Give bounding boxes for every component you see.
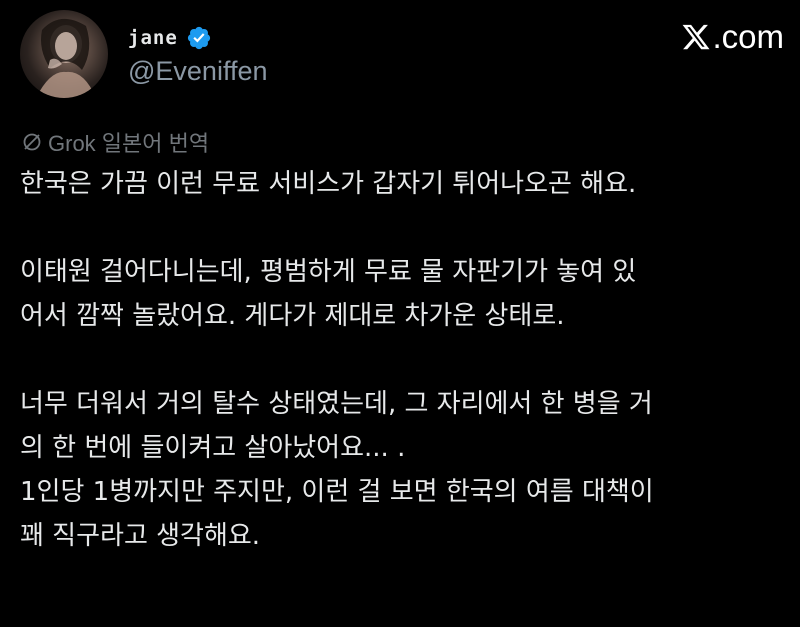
tweet-line: 1인당 1병까지만 주지만, 이런 걸 보면 한국의 여름 대책이: [20, 477, 654, 507]
x-brand-logo: .com: [681, 18, 784, 56]
tweet-text: 한국은 가끔 이런 무료 서비스가 갑자기 튀어나오곤 해요. 이태원 걸어다니…: [20, 162, 790, 558]
translate-icon: [23, 133, 41, 151]
verified-badge-icon: [187, 26, 210, 50]
x-logo-icon: [683, 24, 711, 50]
tweet-line: 한국은 가끔 이런 무료 서비스가 갑자기 튀어나오곤 해요.: [20, 169, 637, 199]
author-info: jane @Eveniffen: [128, 22, 268, 87]
tweet-line: 꽤 직구라고 생각해요.: [20, 521, 261, 551]
translation-text: Grok 일본어 번역: [48, 131, 210, 156]
tweet-line: 이태원 걸어다니는데, 평범하게 무료 물 자판기가 놓여 있: [20, 257, 637, 287]
logo-text: .com: [712, 18, 784, 55]
name-row: jane: [128, 22, 268, 54]
tweet-line: 의 한 번에 들이켜고 살아났어요... .: [20, 433, 406, 463]
user-handle[interactable]: @Eveniffen: [128, 56, 268, 87]
avatar[interactable]: [20, 10, 108, 98]
tweet-line: 어서 깜짝 놀랐어요. 게다가 제대로 차가운 상태로.: [20, 301, 565, 331]
display-name[interactable]: jane: [128, 27, 178, 49]
tweet-line: 너무 더워서 거의 탈수 상태였는데, 그 자리에서 한 병을 거: [20, 389, 653, 419]
translation-label[interactable]: Grok 일본어 번역: [22, 126, 209, 158]
